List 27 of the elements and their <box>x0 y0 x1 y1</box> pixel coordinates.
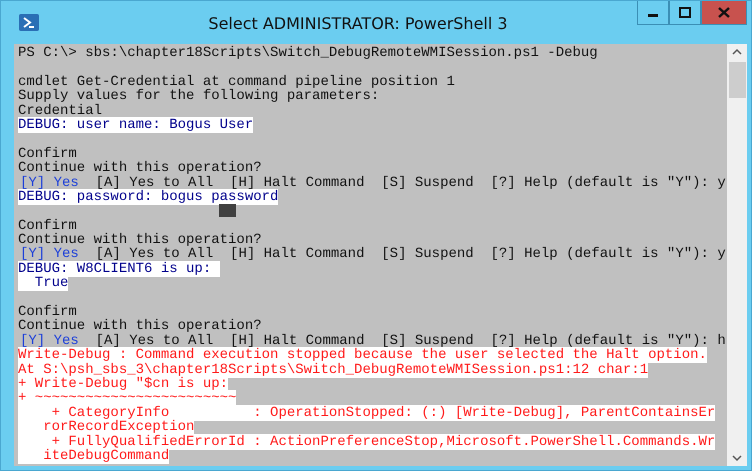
maximize-icon <box>679 7 691 18</box>
console-line: cmdlet Get-Credential at command pipeline position 1 <box>18 74 455 90</box>
scrollbar[interactable] <box>727 44 747 466</box>
default-choice: [Y] Yes <box>20 332 79 349</box>
console-line: Supply values for the following parameters: <box>18 88 380 104</box>
console-line: Credential <box>18 102 102 119</box>
scroll-thumb[interactable] <box>728 62 746 98</box>
maximize-button[interactable] <box>669 1 701 25</box>
console-line: Continue with this operation? <box>18 318 262 334</box>
console-line: Confirm <box>18 304 77 320</box>
choice-options: [A] Yes to All [H] Halt Command [S] Suspend [?] Help (default is "Y"): y <box>96 246 726 262</box>
minimize-button[interactable] <box>637 1 669 25</box>
powershell-icon <box>19 14 39 31</box>
choice-options: [A] Yes to All [H] Halt Command [S] Suspend [?] Help (default is "Y"): h <box>96 332 726 349</box>
close-button[interactable] <box>701 1 747 25</box>
text-cursor <box>219 204 236 218</box>
choice-options: [A] Yes to All [H] Halt Command [S] Suspend [?] Help (default is "Y"): y <box>96 174 726 191</box>
default-choice: [Y] Yes <box>20 174 79 191</box>
minimize-icon <box>648 14 658 17</box>
console-line: Continue with this operation? <box>18 160 262 176</box>
default-choice: [Y] Yes <box>20 246 79 262</box>
console-line: Continue with this operation? <box>18 232 262 248</box>
console-line: Confirm <box>18 218 77 234</box>
window-title: Select ADMINISTRATOR: PowerShell 3 <box>208 14 508 33</box>
console-line: PS C:\> sbs:\chapter18Scripts\Switch_DebugRemoteWMISession.ps1 -Debug <box>18 45 598 61</box>
console-line: Confirm <box>18 146 77 162</box>
close-icon <box>718 7 730 18</box>
